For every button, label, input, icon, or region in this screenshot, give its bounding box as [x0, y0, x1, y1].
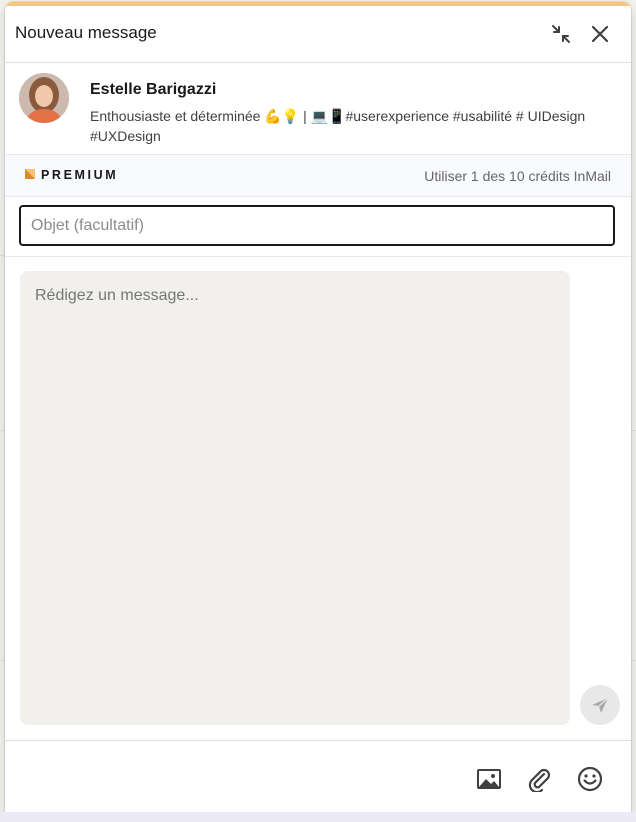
- minimize-button[interactable]: [545, 18, 577, 50]
- message-toolbar: [5, 740, 631, 812]
- collapse-arrows-icon: [552, 25, 570, 43]
- image-icon: [477, 769, 501, 789]
- subject-input[interactable]: [19, 205, 615, 246]
- premium-logo-icon: [25, 169, 35, 179]
- emoji-button[interactable]: [574, 763, 606, 795]
- recipient-name[interactable]: Estelle Barigazzi: [90, 81, 216, 99]
- message-body-input[interactable]: [20, 271, 570, 725]
- attach-file-button[interactable]: [523, 763, 555, 795]
- dialog-title: Nouveau message: [15, 23, 157, 42]
- page-bottom-strip: [0, 812, 636, 822]
- recipient-avatar[interactable]: [19, 73, 69, 123]
- send-button[interactable]: [580, 685, 620, 725]
- premium-bar: PREMIUM Utiliser 1 des 10 crédits InMail: [5, 154, 631, 197]
- send-icon: [592, 697, 609, 713]
- close-button[interactable]: [584, 18, 616, 50]
- paperclip-icon: [528, 768, 551, 792]
- recipient-headline: Enthousiaste et déterminée 💪💡 | 💻📱#usere…: [90, 108, 586, 144]
- attach-image-button[interactable]: [473, 763, 505, 795]
- premium-label: PREMIUM: [41, 168, 119, 182]
- inmail-credits-text: Utiliser 1 des 10 crédits InMail: [424, 168, 611, 184]
- close-icon: [591, 25, 609, 43]
- recipient-card: Estelle Barigazzi Enthousiaste et déterm…: [5, 63, 631, 154]
- dialog-header: Nouveau message: [5, 6, 631, 63]
- emoji-smile-icon: [577, 766, 603, 792]
- new-message-dialog: Nouveau message Estelle Barigazzi Enthou…: [5, 2, 631, 812]
- subject-row: [5, 196, 631, 257]
- avatar-photo: [19, 73, 69, 123]
